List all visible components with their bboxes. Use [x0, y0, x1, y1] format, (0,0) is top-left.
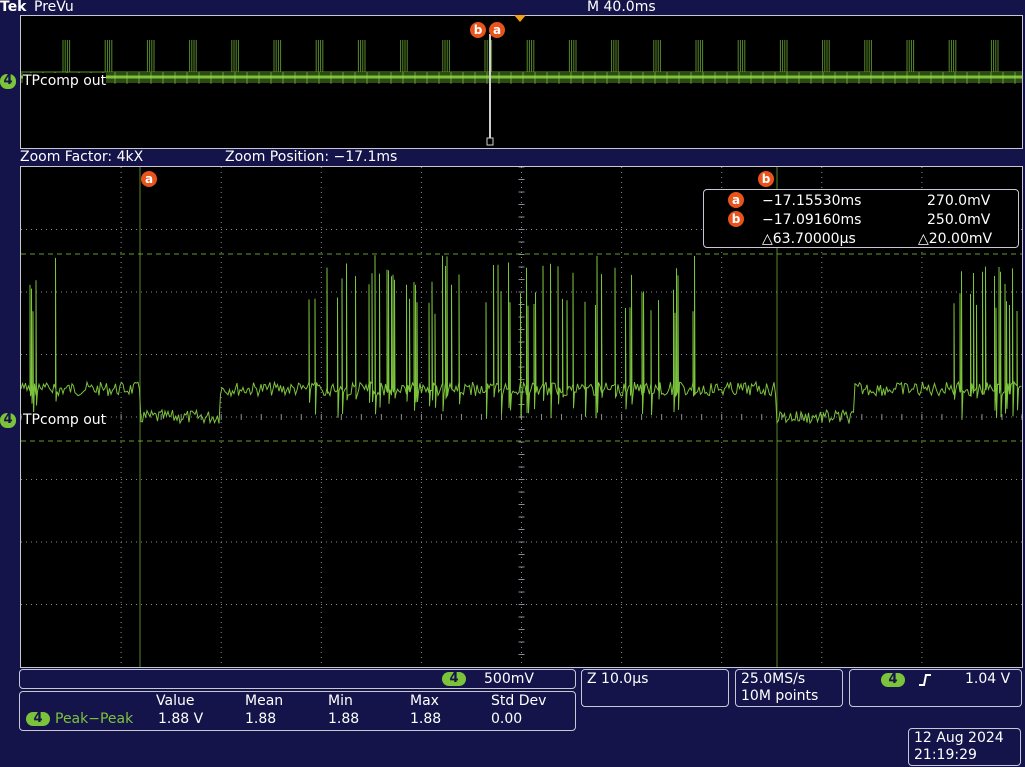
brand-logo: Tek [0, 0, 27, 15]
vertical-channel-badge: 4 [442, 672, 466, 686]
main-channel-label: TPcomp out [23, 412, 107, 428]
cursor-delta-voltage: △20.00mV [918, 231, 993, 247]
cursor-readout: a −17.15530ms 270.0mV b −17.09160ms 250.… [703, 189, 1019, 248]
overview-channel-label: TPcomp out [23, 73, 107, 89]
overview-waveform [21, 34, 1022, 146]
meas-std-dev: 0.00 [491, 711, 523, 727]
zoom-scale: Z 10.0µs [587, 671, 649, 687]
rising-edge-icon [919, 674, 931, 686]
cursor-a-time: −17.15530ms [762, 193, 862, 209]
mode-label: PreVu [34, 0, 74, 15]
overview-channel-badge[interactable]: 4 [0, 74, 16, 89]
main-cursor-a-badge[interactable]: a [141, 171, 157, 187]
overview-window[interactable] [20, 15, 1023, 149]
time-display: 21:19:29 [914, 747, 977, 763]
cursor-b-voltage: 250.0mV [927, 212, 991, 228]
meas-header-mean: Mean [245, 693, 284, 709]
measurement-panel[interactable]: Value Mean Min Max Std Dev 4 Peak−Peak 1… [19, 691, 576, 731]
sample-rate: 25.0MS/s [741, 671, 806, 687]
vertical-scale: 500mV [484, 671, 534, 687]
main-channel-badge[interactable]: 4 [0, 413, 16, 428]
waveform-trace [21, 255, 1022, 425]
trigger-panel[interactable]: 4 1.04 V [849, 669, 1022, 707]
meas-header-max: Max [410, 693, 439, 709]
datetime-panel: 12 Aug 2024 21:19:29 [908, 728, 1021, 766]
trigger-level: 1.04 V [965, 671, 1011, 687]
meas-header-min: Min [328, 693, 353, 709]
overview-cursor-a-badge[interactable]: a [489, 22, 505, 38]
horizontal-zoom-panel[interactable]: Z 10.0µs [581, 669, 729, 707]
cursor-delta-time: △63.70000µs [762, 231, 856, 247]
timebase-label: M 40.0ms [587, 0, 656, 15]
meas-header-std-dev: Std Dev [491, 693, 547, 709]
acquisition-panel[interactable]: 25.0MS/s 10M points [735, 669, 843, 707]
meas-max: 1.88 [410, 711, 442, 727]
cursor-a-voltage: 270.0mV [927, 193, 991, 209]
overview-cursor-b-badge[interactable]: b [470, 22, 486, 38]
date-display: 12 Aug 2024 [914, 730, 1004, 746]
trigger-channel-badge: 4 [881, 673, 905, 687]
record-length: 10M points [741, 688, 819, 704]
trigger-position-icon[interactable] [513, 14, 527, 23]
readout-cursor-b-badge: b [728, 211, 744, 227]
main-cursor-b-badge[interactable]: b [758, 171, 774, 187]
meas-mean: 1.88 [245, 711, 277, 727]
zoom-factor: Zoom Factor: 4kX [20, 149, 144, 165]
meas-min: 1.88 [328, 711, 360, 727]
zoom-position: Zoom Position: −17.1ms [225, 149, 398, 165]
readout-cursor-a-badge: a [728, 192, 744, 208]
vertical-scale-panel[interactable]: 4 500mV [19, 669, 576, 689]
overview-zoom-marker-box [486, 137, 494, 146]
meas-name: Peak−Peak [55, 711, 134, 727]
cursor-b-time: −17.09160ms [762, 212, 862, 228]
meas-header-value: Value [156, 693, 195, 709]
meas-channel-badge: 4 [26, 712, 50, 726]
meas-value: 1.88 V [158, 711, 204, 727]
